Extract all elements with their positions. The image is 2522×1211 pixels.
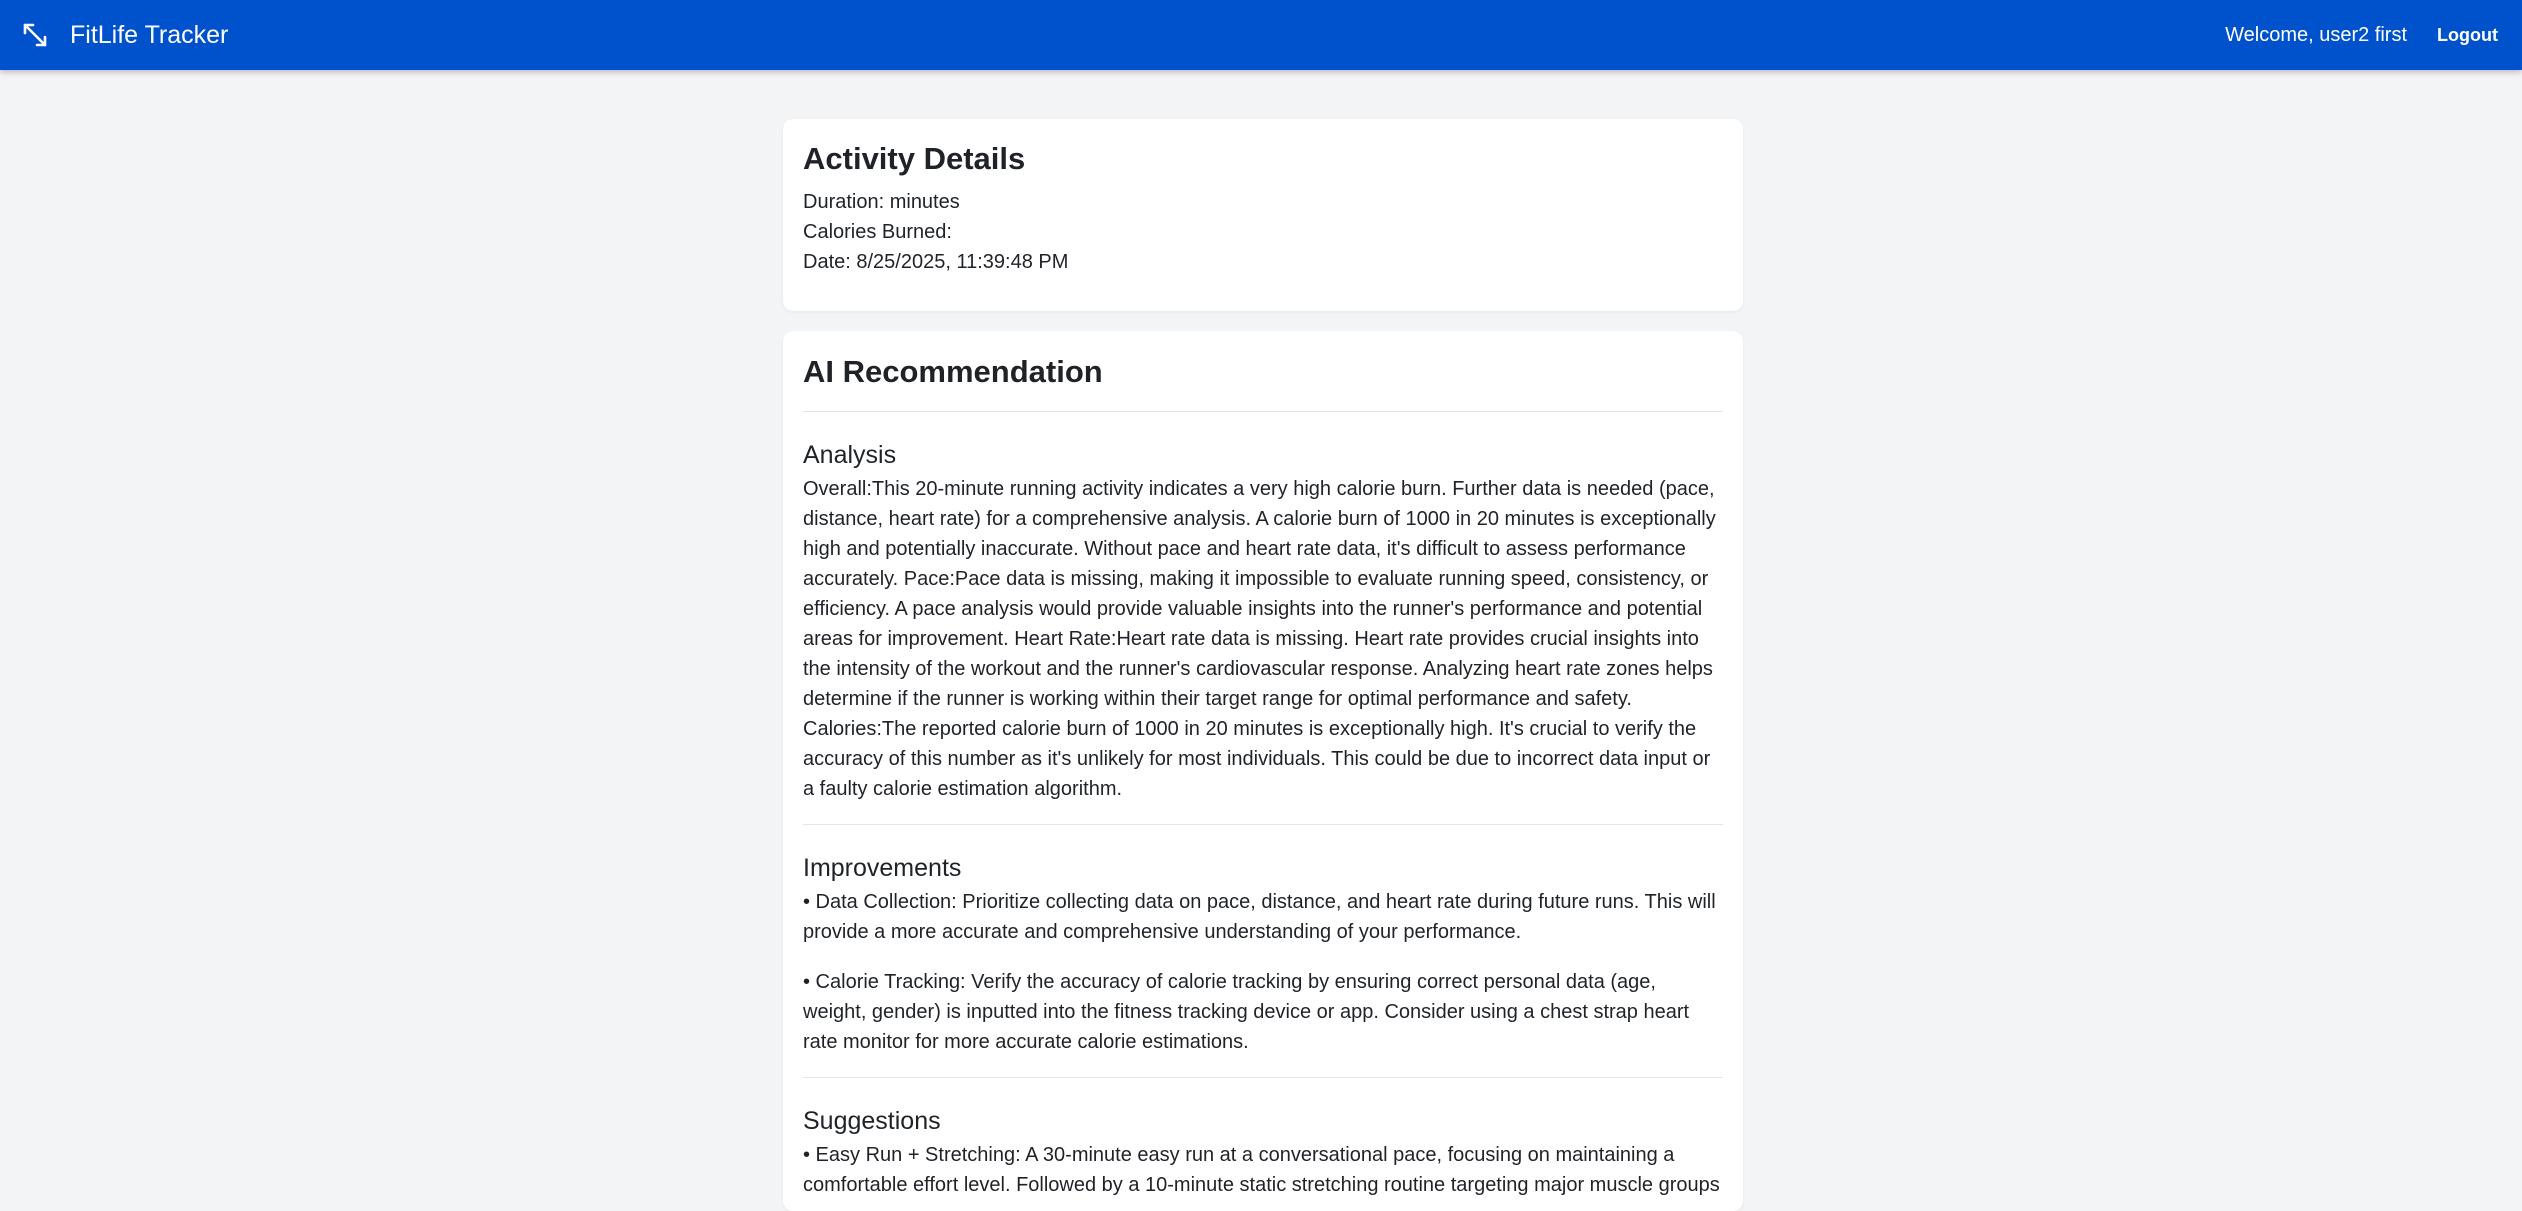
improvements-section: Improvements • Data Collection: Prioriti… — [803, 825, 1723, 1077]
suggestion-item: • Easy Run + Stretching: A 30-minute eas… — [803, 1144, 1720, 1196]
ai-recommendation-card: AI Recommendation Analysis Overall:This … — [783, 331, 1743, 1211]
date-text: Date: 8/25/2025, 11:39:48 PM — [803, 251, 1069, 273]
logout-button[interactable]: Logout — [2437, 25, 2498, 46]
analysis-section: Analysis Overall:This 20-minute running … — [803, 412, 1723, 824]
expand-arrows-icon — [20, 20, 50, 50]
welcome-text: Welcome, user2 first — [2225, 23, 2408, 46]
duration-text: Duration: minutes — [803, 191, 960, 213]
top-navbar: FitLife Tracker Welcome, user2 first Log… — [0, 0, 2522, 70]
calories-text: Calories Burned: — [803, 221, 952, 243]
brand[interactable]: FitLife Tracker — [20, 20, 228, 50]
improvements-heading: Improvements — [803, 854, 962, 882]
main-content: Activity Details Duration: minutes Calor… — [783, 119, 1743, 1211]
suggestions-section: Suggestions • Easy Run + Stretching: A 3… — [803, 1078, 1723, 1211]
activity-details-heading: Activity Details — [803, 141, 1026, 176]
ai-recommendation-heading: AI Recommendation — [803, 354, 1103, 389]
app-title[interactable]: FitLife Tracker — [70, 21, 228, 50]
improvement-item: • Data Collection: Prioritize collecting… — [803, 891, 1716, 943]
activity-details-card: Activity Details Duration: minutes Calor… — [783, 119, 1743, 311]
nav-right: Welcome, user2 first Logout — [2225, 24, 2498, 47]
improvement-item: • Calorie Tracking: Verify the accuracy … — [803, 971, 1690, 1053]
analysis-text: Overall:This 20-minute running activity … — [803, 478, 1716, 800]
suggestions-heading: Suggestions — [803, 1107, 941, 1135]
analysis-heading: Analysis — [803, 441, 897, 469]
